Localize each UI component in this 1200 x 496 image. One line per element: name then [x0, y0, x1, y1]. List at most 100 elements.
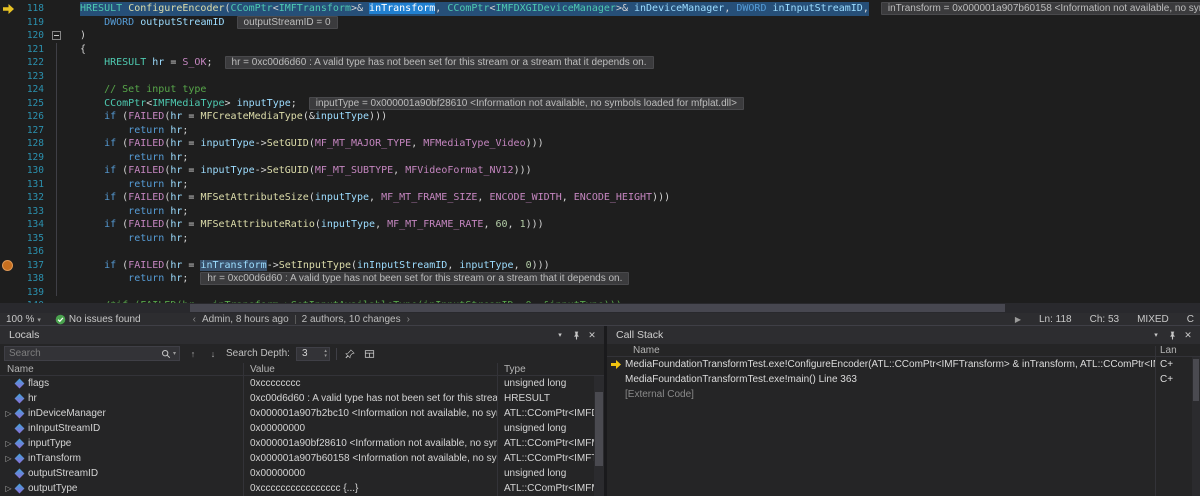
locals-row[interactable]: ▷ inputType 0x000001a90bf28610 <Informatio… [0, 436, 604, 451]
breakpoint-margin[interactable] [0, 218, 16, 232]
pin-icon[interactable] [1164, 328, 1180, 342]
breakpoint-margin[interactable] [0, 259, 16, 273]
column-header-value[interactable]: Value [243, 364, 497, 375]
expand-icon[interactable]: ▷ [3, 439, 14, 448]
code-line[interactable]: 120) [0, 29, 1200, 43]
callstack-title-bar[interactable]: Call Stack ▾ ✕ [607, 326, 1200, 344]
breakpoint-margin[interactable] [0, 2, 16, 16]
pin-icon[interactable] [568, 328, 584, 342]
variable-value[interactable]: 0x000001a907b2bc10 <Information not avai… [243, 408, 497, 419]
locals-search-box[interactable]: ▾ [4, 346, 180, 361]
view-options-button[interactable] [363, 347, 377, 361]
breakpoint-margin[interactable] [0, 56, 16, 70]
column-header-name[interactable]: Name [607, 345, 1155, 356]
breakpoint-margin[interactable] [0, 110, 16, 124]
variable-value[interactable]: 0x000001a907b60158 <Information not avai… [243, 453, 497, 464]
locals-vertical-scrollbar[interactable] [594, 376, 604, 496]
breakpoint-margin[interactable] [0, 43, 16, 57]
spinner-down-icon[interactable]: ▾ [324, 353, 327, 359]
encoding-indicator[interactable]: C [1187, 314, 1194, 325]
run-arrow-icon[interactable]: ▶ [1015, 315, 1021, 324]
breakpoint-margin[interactable] [0, 29, 16, 43]
locals-row[interactable]: ▷ inDeviceManager 0x000001a907b2bc10 <Info… [0, 406, 604, 421]
locals-row[interactable]: outputStreamID 0x00000000 unsigned long [0, 466, 604, 481]
column-header-language[interactable]: Lan [1155, 345, 1200, 356]
variable-value[interactable]: 0x00000000 [243, 468, 497, 479]
breakpoint-margin[interactable] [0, 16, 16, 30]
locals-title-bar[interactable]: Locals ▾ ✕ [0, 326, 604, 344]
horizontal-scrollbar-thumb[interactable] [190, 304, 1005, 312]
debug-datatip[interactable]: inTransform = 0x000001a907b60158 <Inform… [880, 2, 1200, 16]
code-line[interactable]: 134 if (FAILED(hr = MFSetAttributeRatio(… [0, 218, 1200, 232]
window-position-icon[interactable]: ▾ [552, 328, 568, 342]
variable-value[interactable]: 0xcccccccccccccccc {...} [243, 483, 497, 494]
code-line[interactable]: 122 HRESULT hr = S_OK; hr = 0xc00d6d60 : … [0, 56, 1200, 70]
breakpoint-margin[interactable] [0, 178, 16, 192]
expand-icon[interactable]: ▷ [3, 454, 14, 463]
code-line[interactable]: 138 return hr; hr = 0xc00d6d60 : A valid … [0, 272, 1200, 286]
breakpoint-margin[interactable] [0, 151, 16, 165]
close-icon[interactable]: ✕ [1180, 328, 1196, 342]
locals-row[interactable]: ▷ outputType 0xcccccccccccccccc {...} ATL::… [0, 481, 604, 496]
search-options-chevron-icon[interactable]: ▾ [173, 350, 179, 357]
health-indicator[interactable]: No issues found [55, 314, 141, 325]
code-line[interactable]: 125 CComPtr<IMFMediaType> inputType; inpu… [0, 96, 1200, 111]
code-line[interactable]: 126 if (FAILED(hr = MFCreateMediaType(&i… [0, 110, 1200, 124]
breakpoint-margin[interactable] [0, 137, 16, 151]
breakpoint-margin[interactable] [0, 205, 16, 219]
search-input[interactable] [5, 348, 159, 359]
search-depth-spinner[interactable]: 3 ▴ ▾ [295, 346, 330, 361]
zoom-control[interactable]: 100 % ▾ [6, 314, 41, 325]
breakpoint-margin[interactable] [0, 70, 16, 84]
code-editor[interactable]: 118 HRESULT ConfigureEncoder(CComPtr<IMFT… [0, 0, 1200, 303]
variable-value[interactable]: 0xcccccccc [243, 378, 497, 389]
locals-row[interactable]: hr 0xc00d6d60 : A valid type has not been… [0, 391, 604, 406]
variable-value[interactable]: 0xc00d6d60 : A valid type has not been s… [243, 393, 497, 404]
expand-icon[interactable]: ▷ [3, 409, 14, 418]
code-line[interactable]: 135 return hr; [0, 232, 1200, 246]
breakpoint-margin[interactable] [0, 191, 16, 205]
code-line[interactable]: 127 return hr; [0, 124, 1200, 138]
breakpoint-margin[interactable] [0, 97, 16, 111]
code-line[interactable]: 139 [0, 286, 1200, 300]
code-line[interactable]: 118 HRESULT ConfigureEncoder(CComPtr<IMFT… [0, 2, 1200, 16]
search-next-icon[interactable]: ↓ [206, 347, 220, 361]
vertical-scrollbar-thumb[interactable] [1193, 359, 1199, 401]
code-line[interactable]: 121 { [0, 43, 1200, 57]
search-prev-icon[interactable]: ↑ [186, 347, 200, 361]
code-line[interactable]: 133 return hr; [0, 205, 1200, 219]
breakpoint-margin[interactable] [0, 232, 16, 246]
variable-value[interactable]: 0x000001a90bf28610 <Information not avai… [243, 438, 497, 449]
breakpoint-margin[interactable] [0, 124, 16, 138]
line-ending-indicator[interactable]: MIXED [1137, 314, 1169, 325]
variable-value[interactable]: 0x00000000 [243, 423, 497, 434]
stack-frame-row[interactable]: MediaFoundationTransformTest.exe!Configu… [607, 357, 1200, 372]
stack-frame-row[interactable]: [External Code] [607, 387, 1200, 402]
code-line[interactable]: 129 return hr; [0, 151, 1200, 165]
git-history-indicator[interactable]: ‹ Admin, 8 hours ago 2 authors, 10 chang… [193, 314, 410, 325]
code-line[interactable]: 130 if (FAILED(hr = inputType->SetGUID(M… [0, 164, 1200, 178]
locals-row[interactable]: flags 0xcccccccc unsigned long [0, 376, 604, 391]
code-line[interactable]: 132 if (FAILED(hr = MFSetAttributeSize(i… [0, 191, 1200, 205]
debug-datatip[interactable]: inputType = 0x000001a90bf28610 <Informat… [308, 96, 744, 110]
debug-datatip[interactable]: hr = 0xc00d6d60 : A valid type has not b… [224, 56, 654, 70]
breakpoint-margin[interactable] [0, 286, 16, 300]
code-line[interactable]: 124 // Set input type [0, 83, 1200, 97]
stack-frame-row[interactable]: MediaFoundationTransformTest.exe!main() … [607, 372, 1200, 387]
editor-horizontal-scrollbar[interactable] [0, 303, 1200, 313]
column-header-name[interactable]: Name [0, 364, 243, 375]
callstack-vertical-scrollbar[interactable] [1192, 357, 1200, 496]
breakpoint-margin[interactable] [0, 83, 16, 97]
code-line[interactable]: 137 if (FAILED(hr = inTransform->SetInpu… [0, 259, 1200, 273]
pin-values-button[interactable] [343, 347, 357, 361]
locals-row[interactable]: inInputStreamID 0x00000000 unsigned long [0, 421, 604, 436]
column-header-type[interactable]: Type [497, 364, 604, 375]
search-icon[interactable] [159, 349, 173, 359]
code-line[interactable]: 119 DWORD outputStreamID outputStreamID =… [0, 15, 1200, 30]
debug-datatip[interactable]: hr = 0xc00d6d60 : A valid type has not b… [200, 272, 630, 286]
debug-datatip[interactable]: outputStreamID = 0 [236, 15, 338, 29]
code-line[interactable]: 128 if (FAILED(hr = inputType->SetGUID(M… [0, 137, 1200, 151]
breakpoint-margin[interactable] [0, 164, 16, 178]
spinner-carets[interactable]: ▴ ▾ [324, 348, 329, 359]
close-icon[interactable]: ✕ [584, 328, 600, 342]
